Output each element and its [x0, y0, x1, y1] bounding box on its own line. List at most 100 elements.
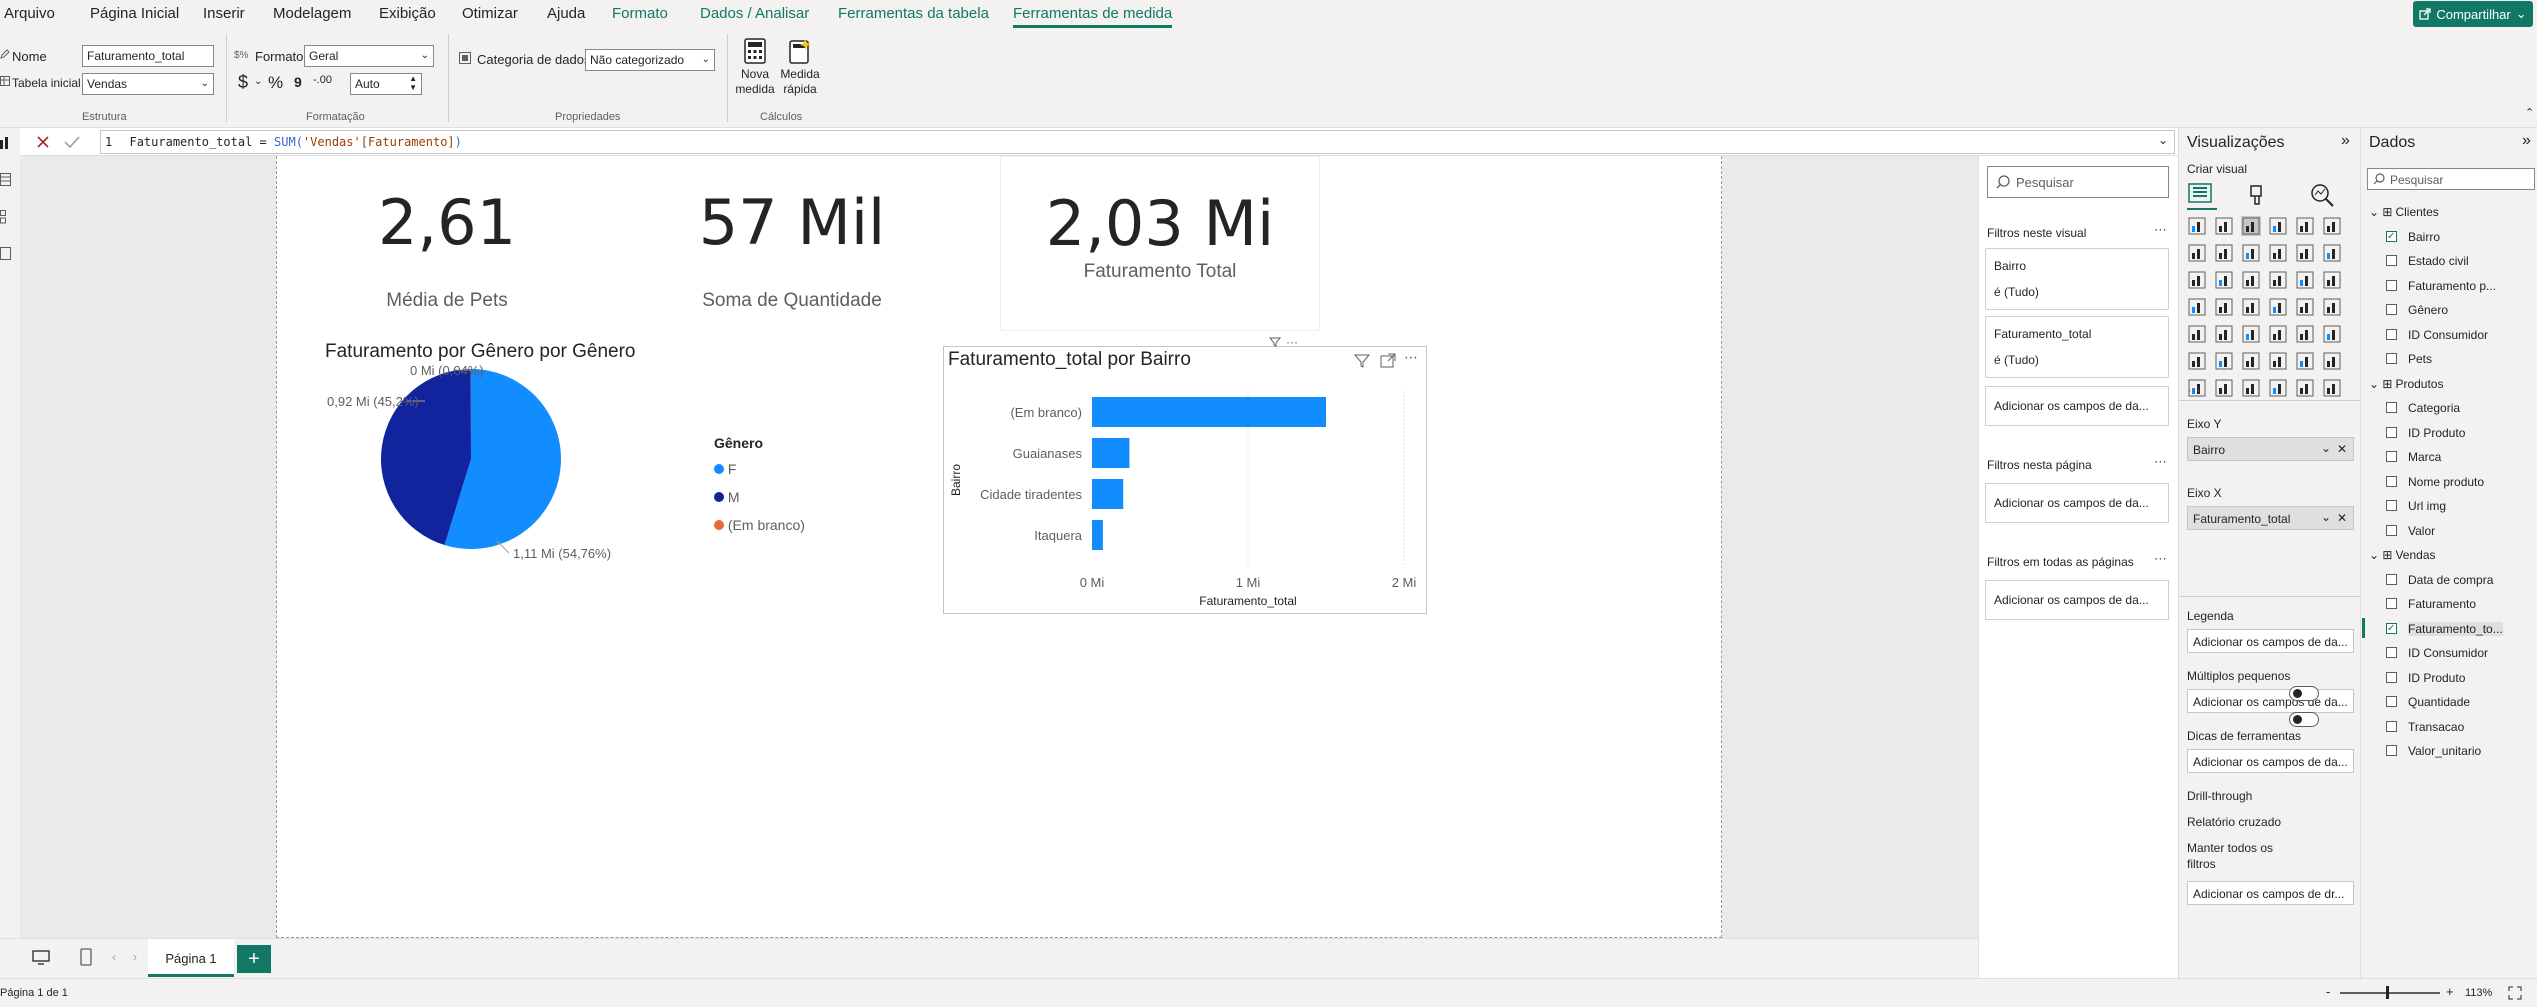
field-item[interactable]: Valor_unitario	[2386, 744, 2481, 758]
field-item[interactable]: Transacao	[2386, 720, 2464, 734]
visual-type-icon[interactable]	[2214, 243, 2234, 263]
menu-modelagem[interactable]: Modelagem	[273, 5, 351, 22]
visual-type-icon[interactable]	[2295, 243, 2315, 263]
chevron-down-icon[interactable]: ⌄	[2321, 510, 2331, 524]
visual-header-icon[interactable]: ···	[1268, 336, 1304, 348]
field-item[interactable]: Data de compra	[2386, 573, 2493, 587]
field-checkbox[interactable]	[2386, 696, 2397, 707]
collapse-ribbon-icon[interactable]: ⌃	[2525, 106, 2534, 119]
next-page-icon[interactable]: ›	[133, 950, 137, 964]
visual-type-icon[interactable]	[2268, 270, 2288, 290]
visual-type-icon[interactable]	[2214, 378, 2234, 398]
field-item[interactable]: ✓ Faturamento_to...	[2362, 617, 2503, 638]
formato-select[interactable]: Geral ⌄	[304, 45, 434, 67]
field-item[interactable]: Valor	[2386, 524, 2435, 538]
field-item[interactable]: ✓ Bairro	[2386, 230, 2440, 244]
field-item[interactable]: Quantidade	[2386, 695, 2470, 709]
add-page-button[interactable]: +	[237, 945, 271, 973]
menu-exibicao[interactable]: Exibição	[379, 5, 436, 22]
visual-type-icon[interactable]	[2241, 270, 2261, 290]
zoom-slider-thumb[interactable]	[2386, 986, 2389, 999]
chevron-down-icon[interactable]: ⌄	[2369, 377, 2382, 391]
data-search-input[interactable]: Pesquisar	[2367, 168, 2535, 190]
visual-type-icon[interactable]	[2214, 351, 2234, 371]
field-checkbox[interactable]	[2386, 475, 2397, 487]
field-checkbox[interactable]	[2386, 279, 2397, 291]
visual-type-icon[interactable]	[2322, 216, 2342, 236]
visual-type-icon[interactable]	[2268, 243, 2288, 263]
table-node[interactable]: ⌄ ⊞ Vendas	[2369, 548, 2436, 562]
chevron-down-icon[interactable]: ⌄	[254, 76, 262, 87]
pie-chart-visual[interactable]: Faturamento por Gênero por Gênero 0 Mi (…	[317, 341, 817, 601]
visual-type-icon[interactable]	[2322, 324, 2342, 344]
zoom-slider[interactable]	[2340, 992, 2440, 994]
visual-type-icon[interactable]	[2187, 270, 2207, 290]
field-checkbox[interactable]	[2386, 524, 2397, 536]
menu-pagina-inicial[interactable]: Página Inicial	[90, 5, 179, 22]
visual-type-icon[interactable]	[2241, 378, 2261, 398]
bar-chart-visual[interactable]: Faturamento_total por Bairro ⋯ 0 Mi 1 Mi 2…	[943, 346, 1427, 614]
visual-type-icon[interactable]	[2214, 270, 2234, 290]
visual-type-icon[interactable]	[2214, 297, 2234, 317]
field-item[interactable]: Estado civil	[2386, 254, 2469, 268]
zoom-out-icon[interactable]: -	[2326, 984, 2330, 999]
mobile-layout-icon[interactable]	[80, 948, 92, 966]
bar[interactable]	[1092, 479, 1124, 509]
field-item[interactable]: ID Produto	[2386, 426, 2465, 440]
visual-type-icon[interactable]	[2322, 243, 2342, 263]
visual-type-icon[interactable]	[2241, 351, 2261, 371]
field-checkbox[interactable]	[2386, 745, 2397, 756]
chevron-down-icon[interactable]: ⌄	[2321, 441, 2331, 455]
prev-page-icon[interactable]: ‹	[112, 950, 116, 964]
more-options-icon[interactable]: ⋯	[2154, 222, 2168, 238]
field-checkbox[interactable]	[2386, 328, 2397, 340]
visual-type-icon[interactable]	[2241, 297, 2261, 317]
visual-type-icon[interactable]	[2268, 297, 2288, 317]
zoom-in-icon[interactable]: +	[2446, 984, 2454, 999]
visual-type-icon[interactable]	[2268, 324, 2288, 344]
menu-otimizar[interactable]: Otimizar	[462, 5, 518, 22]
visual-type-icon[interactable]	[2295, 297, 2315, 317]
visual-type-icon[interactable]	[2187, 243, 2207, 263]
menu-ferramentas-medida[interactable]: Ferramentas de medida	[1013, 5, 1173, 28]
medida-rapida-button[interactable]: Medida rápida	[777, 38, 823, 108]
currency-button[interactable]: $	[238, 72, 248, 93]
visual-type-icon[interactable]	[2322, 270, 2342, 290]
legenda-well[interactable]: Adicionar os campos de da...	[2187, 629, 2354, 653]
field-checkbox[interactable]: ✓	[2386, 230, 2397, 242]
eixo-x-well[interactable]: Faturamento_total ⌄ ✕	[2187, 506, 2354, 530]
visual-type-icon[interactable]	[2268, 351, 2288, 371]
field-checkbox[interactable]	[2386, 255, 2397, 266]
chevron-down-icon[interactable]: ⌄	[2369, 205, 2382, 219]
field-item[interactable]: ID Produto	[2386, 671, 2465, 685]
more-options-icon[interactable]: ⋯	[2154, 454, 2168, 470]
relatorio-cruzado-toggle[interactable]	[2289, 686, 2319, 701]
percent-button[interactable]: %	[268, 73, 283, 93]
dicas-well[interactable]: Adicionar os campos de da...	[2187, 749, 2354, 773]
visual-type-icon[interactable]	[2322, 351, 2342, 371]
commit-formula-icon[interactable]	[64, 135, 80, 149]
visual-type-icon[interactable]	[2187, 324, 2207, 344]
format-visual-icon[interactable]	[2245, 182, 2271, 208]
report-page[interactable]: 2,61 Média de Pets 57 Mil Soma de Quanti…	[276, 156, 1722, 938]
eixo-y-well[interactable]: Bairro ⌄ ✕	[2187, 437, 2354, 461]
field-item[interactable]: Faturamento p...	[2386, 279, 2496, 293]
field-checkbox[interactable]	[2386, 671, 2397, 683]
model-view-icon[interactable]	[0, 210, 12, 224]
report-view-icon[interactable]	[0, 136, 12, 150]
comma-button[interactable]: 9	[294, 74, 302, 90]
collapse-pane-icon[interactable]: »	[2341, 132, 2350, 150]
bar[interactable]	[1092, 438, 1130, 468]
field-item[interactable]: ID Consumidor	[2386, 646, 2488, 660]
drill-through-well[interactable]: Adicionar os campos de dr...	[2187, 881, 2354, 905]
visual-type-icon[interactable]	[2295, 378, 2315, 398]
manter-filtros-toggle[interactable]	[2289, 712, 2319, 727]
visual-type-icon[interactable]	[2187, 351, 2207, 371]
field-item[interactable]: Gênero	[2386, 303, 2448, 317]
share-button[interactable]: Compartilhar ⌄	[2413, 1, 2533, 27]
tab-pagina-1[interactable]: Página 1	[148, 939, 234, 977]
visual-type-icon[interactable]	[2214, 324, 2234, 344]
field-checkbox[interactable]	[2386, 500, 2397, 511]
menu-arquivo[interactable]: Arquivo	[4, 5, 55, 22]
decimal-places-input[interactable]: Auto ▲ ▼	[350, 73, 422, 95]
